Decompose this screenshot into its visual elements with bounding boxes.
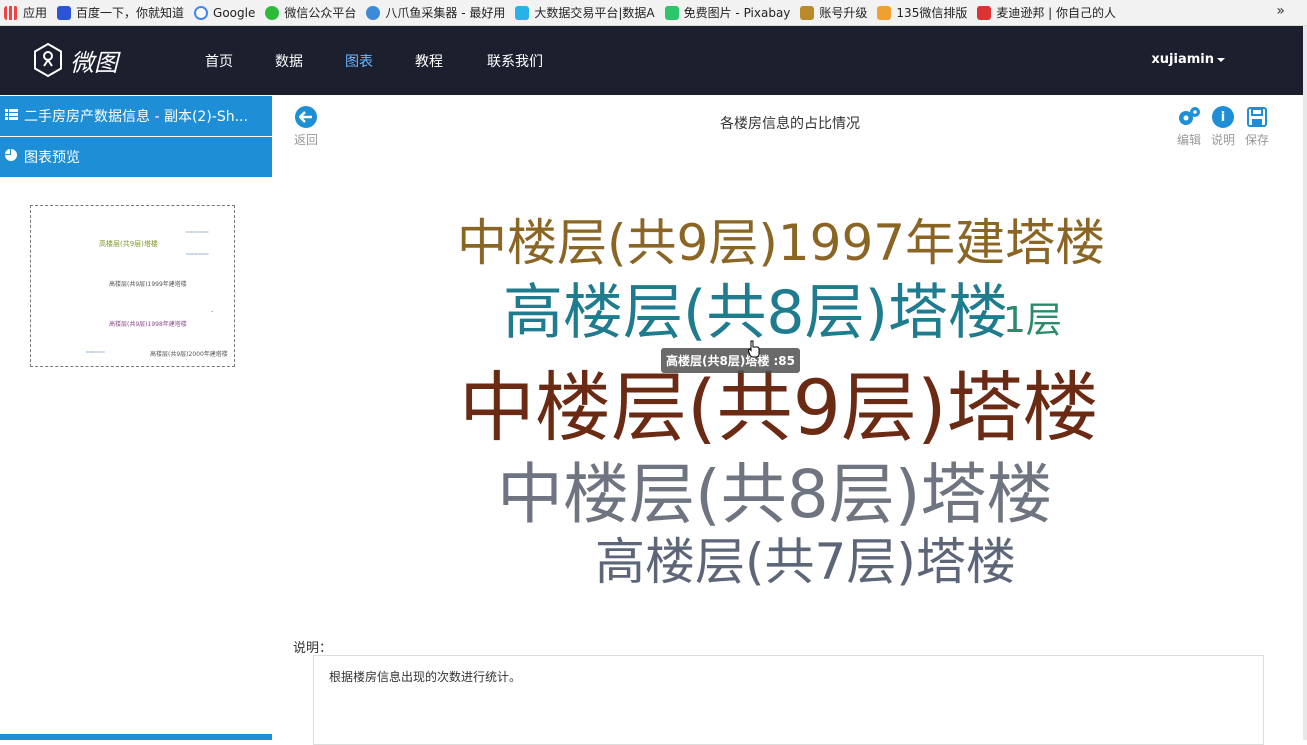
cloud-word[interactable]: 中楼层(共9层)1997年建塔楼 — [457, 218, 1105, 268]
description-label: 说明 — [1210, 133, 1235, 147]
arrow-left-icon — [295, 106, 317, 128]
save-button[interactable]: 保存 — [1243, 106, 1271, 148]
datatrade-d-icon — [515, 5, 530, 20]
wechat-icon — [265, 5, 280, 20]
top-navbar: 微图 首页 数据 图表 教程 联系我们 xujiamin — [0, 26, 1303, 95]
thumb-word: ▭▭▭▭▭ — [86, 349, 105, 354]
caret-down-icon — [1217, 57, 1225, 62]
description-heading: 说明： — [293, 641, 333, 656]
nav-home[interactable]: 首页 — [205, 51, 233, 71]
bookmark-135[interactable]: 135微信排版 — [873, 0, 973, 25]
info-icon: i — [1212, 106, 1234, 128]
octopus-icon — [366, 5, 381, 20]
back-button[interactable]: 返回 — [292, 106, 320, 148]
bookmark-apps[interactable]: 应用 — [0, 0, 53, 25]
crown-icon — [800, 5, 815, 20]
user-menu[interactable]: xujiamin — [1151, 52, 1225, 67]
logo[interactable]: 微图 — [32, 42, 118, 78]
thumb-word: 高楼层(共9层)1999年建塔楼 — [109, 281, 187, 288]
135-icon — [877, 5, 892, 20]
gear-icon — [1175, 106, 1203, 128]
bookmark-bazhuayu[interactable]: 八爪鱼采集器 - 最好用 — [362, 0, 511, 25]
chart-title: 各楼房信息的占比情况 — [720, 116, 860, 132]
thumb-word: ▭▭▭▭▭▭ — [186, 229, 209, 234]
logo-hexagon-icon — [34, 42, 62, 78]
cloud-word[interactable]: 1层 — [1003, 303, 1062, 339]
sidebar: 二手房房产数据信息 - 副本(2)-Sh... 图表预览 高楼层(共9层)塔楼 … — [0, 95, 272, 740]
cloud-word[interactable]: 中楼层(共9层)塔楼 — [459, 370, 1099, 446]
edit-label: 编辑 — [1176, 133, 1201, 147]
back-label: 返回 — [293, 133, 318, 147]
cloud-word[interactable]: 中楼层(共8层)塔楼 — [497, 462, 1053, 528]
mouse-cursor-icon — [748, 340, 760, 358]
bookmark-pixabay[interactable]: 免费图片 - Pixabay — [661, 0, 797, 25]
thumb-word: ▭▭▭▭▭▭ — [186, 251, 209, 256]
bookmark-google[interactable]: Google — [190, 0, 261, 25]
pie-chart-icon — [4, 149, 18, 165]
baidu-paw-icon — [57, 5, 72, 20]
nav-data[interactable]: 数据 — [275, 51, 303, 71]
dataset-title: 二手房房产数据信息 - 副本(2)-Sh... — [24, 109, 248, 125]
cloud-word[interactable]: 高楼层(共7层)塔楼 — [595, 537, 1016, 587]
thumb-word: 高楼层(共9层)塔楼 — [99, 240, 158, 248]
more-bookmarks-icon[interactable]: » — [1276, 3, 1285, 19]
nav-tutorial[interactable]: 教程 — [415, 51, 443, 71]
thumb-word: • — [211, 309, 214, 314]
save-label: 保存 — [1244, 133, 1269, 147]
google-g-icon — [194, 5, 209, 20]
logo-text: 微图 — [70, 48, 118, 77]
preview-label: 图表预览 — [24, 150, 80, 166]
edit-button[interactable]: 编辑 — [1175, 106, 1203, 148]
pixabay-icon — [664, 5, 679, 20]
bookmark-madisonboom[interactable]: 麦迪逊邦 | 你自己的人 — [973, 0, 1122, 25]
thumb-word: 高楼层(共9层)1998年建塔楼 — [109, 321, 187, 328]
bookmark-datatrade[interactable]: 大数据交易平台|数据A — [511, 0, 660, 25]
bookmarks-bar: 应用 百度一下，你就知道 Google 微信公众平台 八爪鱼采集器 - 最好用 … — [0, 0, 1307, 26]
chart-tooltip: 高楼层(共8层)塔楼 :85 — [661, 348, 800, 373]
cloud-word[interactable]: 高楼层(共8层)塔楼 — [503, 283, 1008, 343]
sidebar-preview-header[interactable]: 图表预览 — [0, 137, 272, 177]
sidebar-dataset-header[interactable]: 二手房房产数据信息 - 副本(2)-Sh... — [0, 96, 272, 136]
description-textarea[interactable]: 根据楼房信息出现的次数进行统计。 — [313, 655, 1264, 745]
thumb-word: 高楼层(共9层)2000年建塔楼 — [150, 351, 228, 358]
word-cloud: 中楼层(共9层)1997年建塔楼 高楼层(共8层)塔楼 1层 中楼层(共9层)塔… — [400, 205, 1180, 605]
bookmark-wechat[interactable]: 微信公众平台 — [261, 0, 362, 25]
sidebar-bottom-bar — [0, 734, 272, 740]
bookmark-upgrade[interactable]: 账号升级 — [796, 0, 873, 25]
user-name: xujiamin — [1151, 52, 1214, 67]
mb-icon — [977, 5, 992, 20]
nav-charts[interactable]: 图表 — [345, 51, 373, 71]
list-icon — [4, 108, 18, 124]
apps-grid-icon — [4, 5, 18, 20]
description-button[interactable]: i 说明 — [1209, 106, 1237, 148]
bookmark-baidu[interactable]: 百度一下，你就知道 — [53, 0, 190, 25]
description-text: 根据楼房信息出现的次数进行统计。 — [329, 670, 522, 684]
floppy-disk-icon — [1243, 106, 1271, 128]
page-scrollbar[interactable] — [1303, 26, 1307, 740]
nav-contact[interactable]: 联系我们 — [487, 51, 543, 71]
chart-thumbnail[interactable]: 高楼层(共9层)塔楼 ▭▭▭▭▭▭ ▭▭▭▭▭▭ 高楼层(共9层)1999年建塔… — [30, 205, 235, 367]
